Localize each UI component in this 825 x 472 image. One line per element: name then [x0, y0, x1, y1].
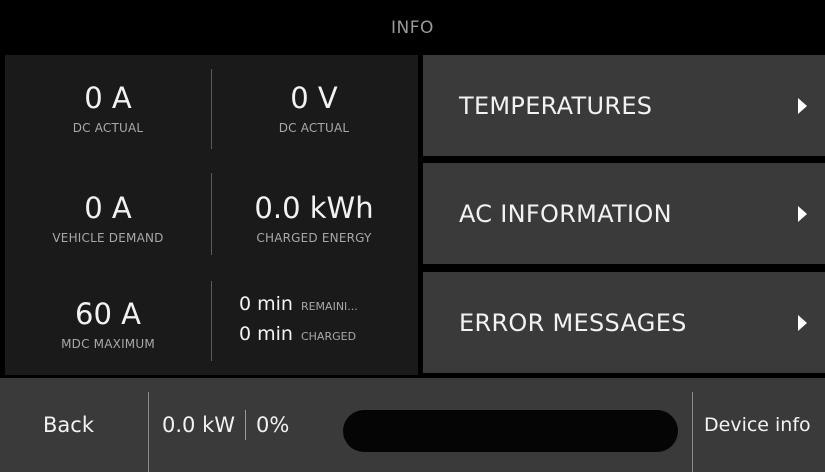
error-messages-button[interactable]: ERROR MESSAGES: [423, 272, 825, 373]
dc-current-value: 0 A: [84, 81, 132, 115]
mdc-maximum-label: MDC MAXIMUM: [61, 337, 155, 351]
chevron-right-icon: [798, 205, 807, 222]
page-title: INFO: [391, 17, 434, 38]
charge-progress-bar: [343, 410, 678, 452]
device-info-label: Device info: [704, 414, 811, 436]
charged-time-row: 0 min CHARGED: [239, 323, 418, 353]
chevron-right-icon: [798, 314, 807, 331]
remaining-time-value: 0 min: [239, 293, 293, 315]
power-value: 0.0 kW: [162, 413, 235, 437]
back-label: Back: [43, 413, 94, 437]
back-button[interactable]: Back: [0, 378, 148, 472]
dc-current-label: DC ACTUAL: [72, 121, 144, 135]
dc-voltage-stat: 0 V DC ACTUAL: [211, 55, 417, 161]
mdc-maximum-value: 60 A: [75, 297, 141, 331]
divider: [211, 173, 212, 255]
ac-information-label: AC INFORMATION: [459, 199, 672, 228]
ac-information-button[interactable]: AC INFORMATION: [423, 163, 825, 264]
stats-panel: 0 A DC ACTUAL 0 V DC ACTUAL 0 A VEHICLE …: [5, 55, 418, 375]
dc-voltage-label: DC ACTUAL: [278, 121, 350, 135]
error-messages-label: ERROR MESSAGES: [459, 308, 687, 337]
title-bar: INFO: [0, 0, 825, 55]
device-info-button[interactable]: Device info: [704, 378, 825, 472]
bottom-bar: Back 0.0 kW 0% Device info: [0, 378, 825, 472]
mdc-maximum-stat: 60 A MDC MAXIMUM: [5, 271, 211, 377]
power-readout: 0.0 kW 0%: [162, 378, 289, 472]
charged-energy-label: CHARGED ENERGY: [256, 231, 372, 245]
divider: [692, 392, 693, 472]
vehicle-demand-label: VEHICLE DEMAND: [52, 231, 164, 245]
charged-time-value: 0 min: [239, 323, 293, 345]
vehicle-demand-value: 0 A: [84, 191, 132, 225]
vehicle-demand-stat: 0 A VEHICLE DEMAND: [5, 165, 211, 271]
charged-energy-value: 0.0 kWh: [254, 191, 374, 225]
divider: [211, 69, 212, 149]
divider: [211, 281, 212, 361]
remaining-time-label: REMAINI...: [300, 300, 358, 313]
dc-voltage-value: 0 V: [290, 81, 338, 115]
chevron-right-icon: [798, 97, 807, 114]
remaining-time-row: 0 min REMAINI...: [239, 293, 418, 323]
divider: [148, 392, 149, 472]
temperatures-button[interactable]: TEMPERATURES: [423, 55, 825, 156]
time-stat: 0 min REMAINI... 0 min CHARGED: [211, 271, 418, 375]
charged-energy-stat: 0.0 kWh CHARGED ENERGY: [211, 165, 417, 271]
dc-current-stat: 0 A DC ACTUAL: [5, 55, 211, 161]
percent-value: 0%: [256, 413, 290, 437]
charged-time-label: CHARGED: [300, 330, 357, 343]
divider: [245, 410, 246, 440]
temperatures-label: TEMPERATURES: [459, 91, 653, 120]
